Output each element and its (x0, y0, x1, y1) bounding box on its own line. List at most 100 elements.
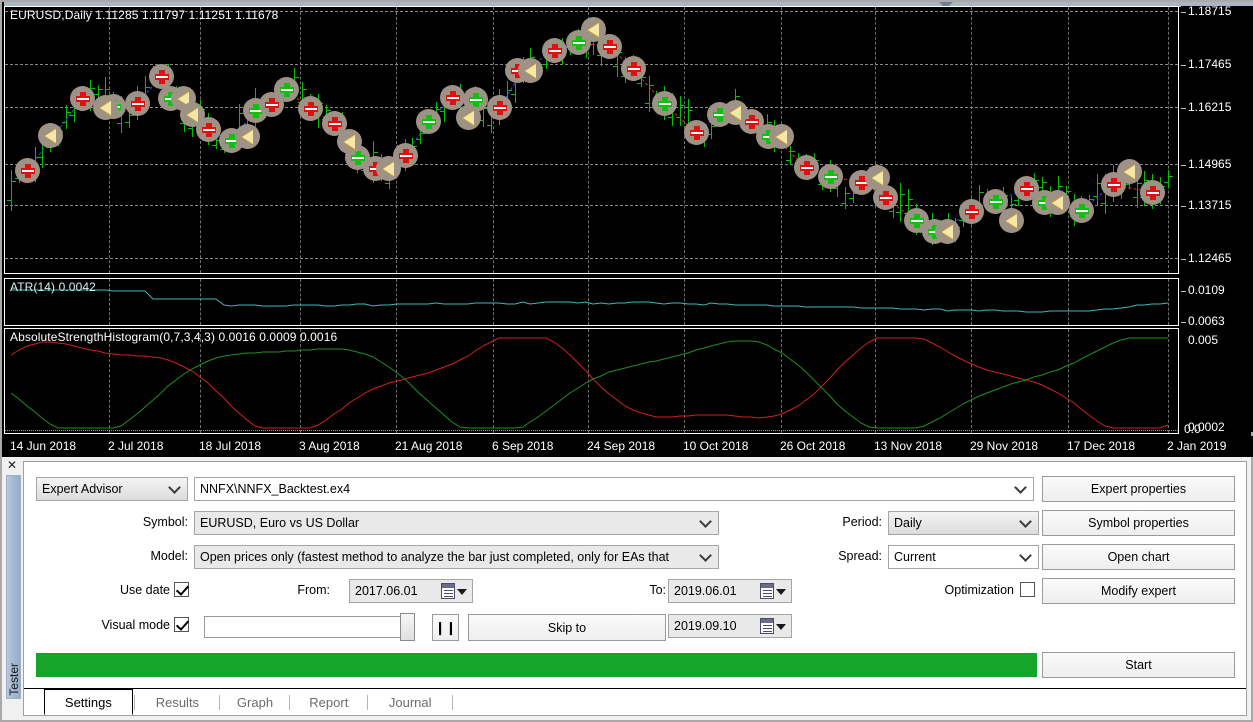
tester-sidebar-label: Tester (7, 663, 21, 696)
close-icon[interactable]: ✕ (5, 459, 19, 473)
tab-report[interactable]: Report (292, 689, 366, 715)
price-axis[interactable]: 1.18715 1.17465 1.16215 1.14965 1.13715 1.124… (1181, 4, 1253, 436)
price-bar (845, 187, 846, 209)
time-axis-tick-label: 3 Aug 2018 (299, 439, 360, 453)
trade-marker-sell[interactable] (70, 86, 95, 111)
chevron-down-icon (1019, 549, 1032, 562)
axis-tick (1181, 108, 1186, 109)
price-bar-open-tick (1014, 200, 1018, 201)
trade-marker-close[interactable] (1117, 159, 1142, 184)
sell-arrow-icon (130, 96, 145, 111)
calendar-icon[interactable] (441, 583, 455, 599)
trade-marker-sell[interactable] (15, 158, 40, 183)
trade-marker-sell[interactable] (542, 38, 567, 63)
chevron-down-icon[interactable] (457, 589, 467, 595)
skip-to-button[interactable]: Skip to (468, 614, 666, 641)
tab-results[interactable]: Results (137, 689, 218, 715)
symbol-properties-button[interactable]: Symbol properties (1042, 510, 1235, 536)
trade-marker-close[interactable] (581, 17, 606, 42)
trade-marker-sell[interactable] (1140, 180, 1165, 205)
price-bar-open-tick (896, 212, 900, 213)
tab-graph[interactable]: Graph (222, 689, 288, 715)
trade-marker-close[interactable] (1045, 190, 1070, 215)
price-bar-open-tick (668, 117, 672, 118)
expert-kind-select[interactable]: Expert Advisor (36, 477, 188, 501)
use-date-checkbox[interactable] (174, 582, 189, 597)
price-bar-open-tick (385, 183, 389, 184)
period-select[interactable]: Daily (888, 511, 1039, 535)
trade-marker-buy[interactable] (416, 109, 441, 134)
trade-marker-close[interactable] (93, 95, 118, 120)
trade-marker-sell[interactable] (125, 91, 150, 116)
visual-speed-slider[interactable] (204, 616, 412, 638)
ash-pane[interactable]: AbsoluteStrengthHistogram(0,7,3,4,3) 0.0… (4, 328, 1179, 434)
trade-marker-close[interactable] (999, 208, 1024, 233)
visual-mode-checkbox[interactable] (174, 617, 189, 632)
chevron-down-icon[interactable] (776, 589, 786, 595)
price-bar-close-tick (1012, 204, 1016, 205)
to-date-field[interactable]: 2019.06.01 (668, 579, 792, 603)
tab-settings[interactable]: Settings (44, 689, 133, 715)
price-bar-open-tick (212, 145, 216, 146)
time-axis-tick-label: 26 Oct 2018 (780, 439, 846, 453)
atr-pane-body (5, 279, 1178, 325)
from-date-field[interactable]: 2017.06.01 (349, 579, 473, 603)
grid-line-vertical (971, 7, 972, 273)
time-axis[interactable]: 14 Jun 2018 2 Jul 2018 18 Jul 2018 3 Aug 20… (4, 436, 1253, 457)
calendar-icon[interactable] (760, 583, 774, 599)
trade-marker-buy[interactable] (274, 77, 299, 102)
open-chart-button[interactable]: Open chart (1042, 544, 1235, 570)
calendar-icon[interactable] (760, 618, 774, 634)
modify-expert-button[interactable]: Modify expert (1042, 578, 1235, 604)
chevron-down-icon (699, 549, 712, 562)
trade-marker-sell[interactable] (393, 143, 418, 168)
price-bar-open-tick (38, 157, 42, 158)
price-bar-close-tick (303, 89, 307, 90)
trade-marker-close[interactable] (723, 100, 748, 125)
close-position-arrow-icon (870, 169, 886, 186)
trade-marker-close[interactable] (769, 124, 794, 149)
price-bar-close-tick (901, 194, 905, 195)
trade-marker-close[interactable] (38, 123, 63, 148)
sell-arrow-icon (1145, 185, 1160, 200)
trade-marker-close[interactable] (518, 58, 543, 83)
trade-marker-sell[interactable] (684, 120, 709, 145)
tester-sidebar[interactable]: Tester (6, 475, 21, 699)
spread-select[interactable]: Current (888, 545, 1039, 569)
from-label: From: (297, 583, 330, 597)
price-pane[interactable]: EURUSD,Daily 1.11285 1.11797 1.11251 1.1… (4, 6, 1179, 274)
chart-window: EURUSD,Daily 1.11285 1.11797 1.11251 1.1… (0, 0, 1253, 457)
start-button[interactable]: Start (1042, 652, 1235, 678)
tab-journal[interactable]: Journal (370, 689, 451, 715)
use-date-label: Use date (119, 583, 170, 597)
trade-marker-buy[interactable] (1069, 198, 1094, 223)
trade-marker-close[interactable] (180, 102, 205, 127)
optimization-checkbox[interactable] (1020, 582, 1035, 597)
grid-line-vertical (1168, 7, 1169, 273)
visual-speed-slider-thumb[interactable] (400, 613, 415, 641)
symbol-select[interactable]: EURUSD, Euro vs US Dollar (194, 511, 719, 535)
price-axis-tick-label: 1.14965 (1188, 157, 1232, 171)
trade-marker-sell[interactable] (298, 96, 323, 121)
trade-marker-close[interactable] (456, 105, 481, 130)
trade-marker-sell[interactable] (621, 56, 646, 81)
pause-button[interactable]: ❙❙ (432, 614, 459, 641)
trade-marker-sell[interactable] (959, 199, 984, 224)
trade-marker-close[interactable] (865, 165, 890, 190)
atr-pane[interactable]: ATR(14) 0.0042 (4, 278, 1179, 326)
trade-marker-close[interactable] (935, 219, 960, 244)
expert-path-select[interactable]: NNFX\NNFX_Backtest.ex4 (194, 477, 1034, 501)
trade-marker-sell[interactable] (794, 155, 819, 180)
chevron-down-icon (1019, 515, 1032, 528)
skip-to-date-field[interactable]: 2019.09.10 (668, 614, 792, 638)
expert-properties-button[interactable]: Expert properties (1042, 476, 1235, 502)
model-select[interactable]: Open prices only (fastest method to anal… (194, 545, 719, 569)
trade-marker-buy[interactable] (652, 91, 677, 116)
trade-marker-close[interactable] (337, 129, 362, 154)
trade-marker-buy[interactable] (818, 164, 843, 189)
price-bar-close-tick (736, 96, 740, 97)
chevron-down-icon[interactable] (776, 624, 786, 630)
price-bar-close-tick (681, 105, 685, 106)
trade-marker-close[interactable] (235, 124, 260, 149)
trade-marker-sell[interactable] (487, 95, 512, 120)
